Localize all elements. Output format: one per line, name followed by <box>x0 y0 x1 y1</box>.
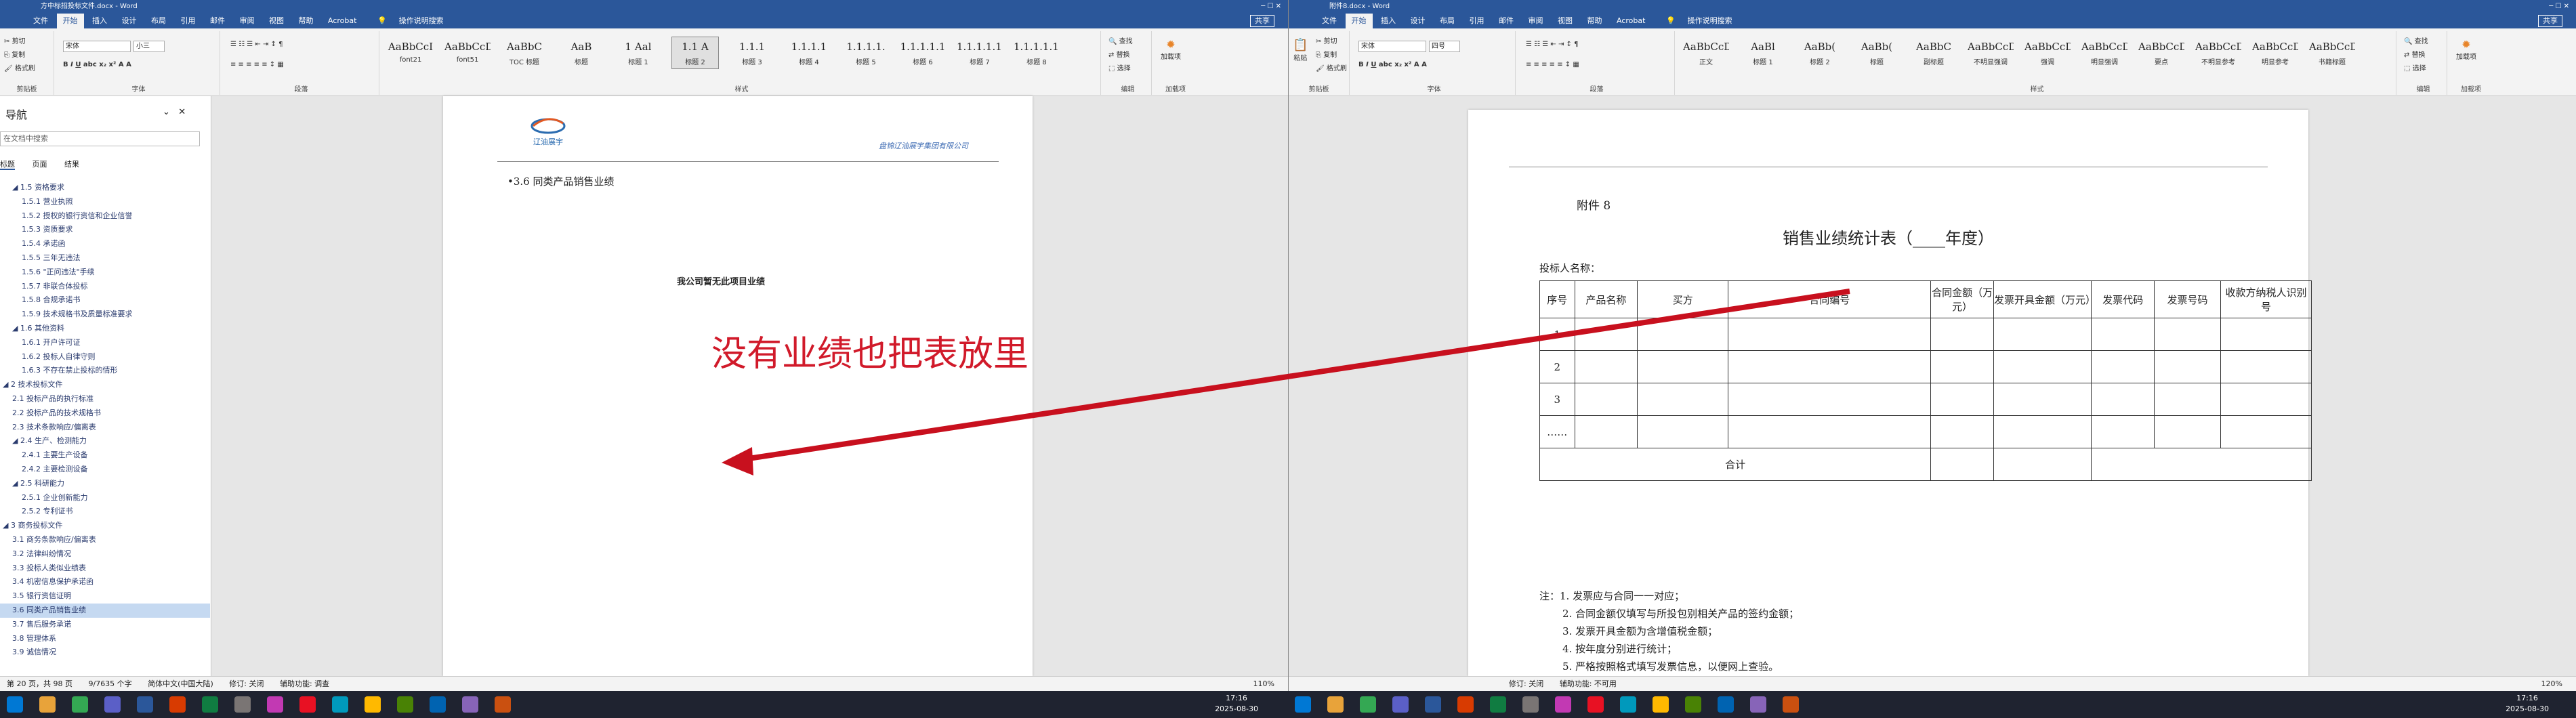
notes-icon[interactable] <box>495 696 511 713</box>
teams-icon[interactable] <box>1750 696 1766 713</box>
wechat-icon[interactable] <box>1685 696 1701 713</box>
acrobat-icon[interactable] <box>1587 696 1604 713</box>
start-icon[interactable] <box>7 696 23 713</box>
acrobat-icon[interactable] <box>299 696 316 713</box>
word-icon[interactable] <box>430 696 446 713</box>
search-icon[interactable] <box>39 696 56 713</box>
arrow-head-icon <box>722 447 753 476</box>
teams-icon[interactable] <box>462 696 478 713</box>
arrow-shaft <box>734 289 1850 463</box>
notes-icon[interactable] <box>1783 696 1799 713</box>
edge-icon[interactable] <box>137 696 153 713</box>
folder-icon[interactable] <box>1653 696 1669 713</box>
qq-icon[interactable] <box>1620 696 1636 713</box>
folder-icon[interactable] <box>365 696 381 713</box>
excel-icon[interactable] <box>202 696 218 713</box>
taskbar-clock-left[interactable]: 17:16 2025-08-30 <box>1215 693 1258 715</box>
edge-icon[interactable] <box>1425 696 1441 713</box>
word-icon[interactable] <box>1718 696 1734 713</box>
qq-icon[interactable] <box>332 696 348 713</box>
settings-icon[interactable] <box>1522 696 1539 713</box>
file-explorer-icon[interactable] <box>72 696 88 713</box>
photos-icon[interactable] <box>1555 696 1571 713</box>
start-icon[interactable] <box>1295 696 1311 713</box>
photos-icon[interactable] <box>267 696 283 713</box>
taskbar-clock-right[interactable]: 17:16 2025-08-30 <box>2506 693 2549 715</box>
chrome-icon[interactable] <box>1392 696 1409 713</box>
wps-icon[interactable] <box>1457 696 1474 713</box>
taskbar: 17:16 2025-08-30 17:16 2025-08-30 <box>0 691 2576 718</box>
search-icon[interactable] <box>1327 696 1344 713</box>
annotation-arrow <box>722 289 1850 476</box>
wps-icon[interactable] <box>169 696 186 713</box>
wechat-icon[interactable] <box>397 696 413 713</box>
chrome-icon[interactable] <box>104 696 121 713</box>
file-explorer-icon[interactable] <box>1360 696 1376 713</box>
excel-icon[interactable] <box>1490 696 1506 713</box>
settings-icon[interactable] <box>234 696 251 713</box>
